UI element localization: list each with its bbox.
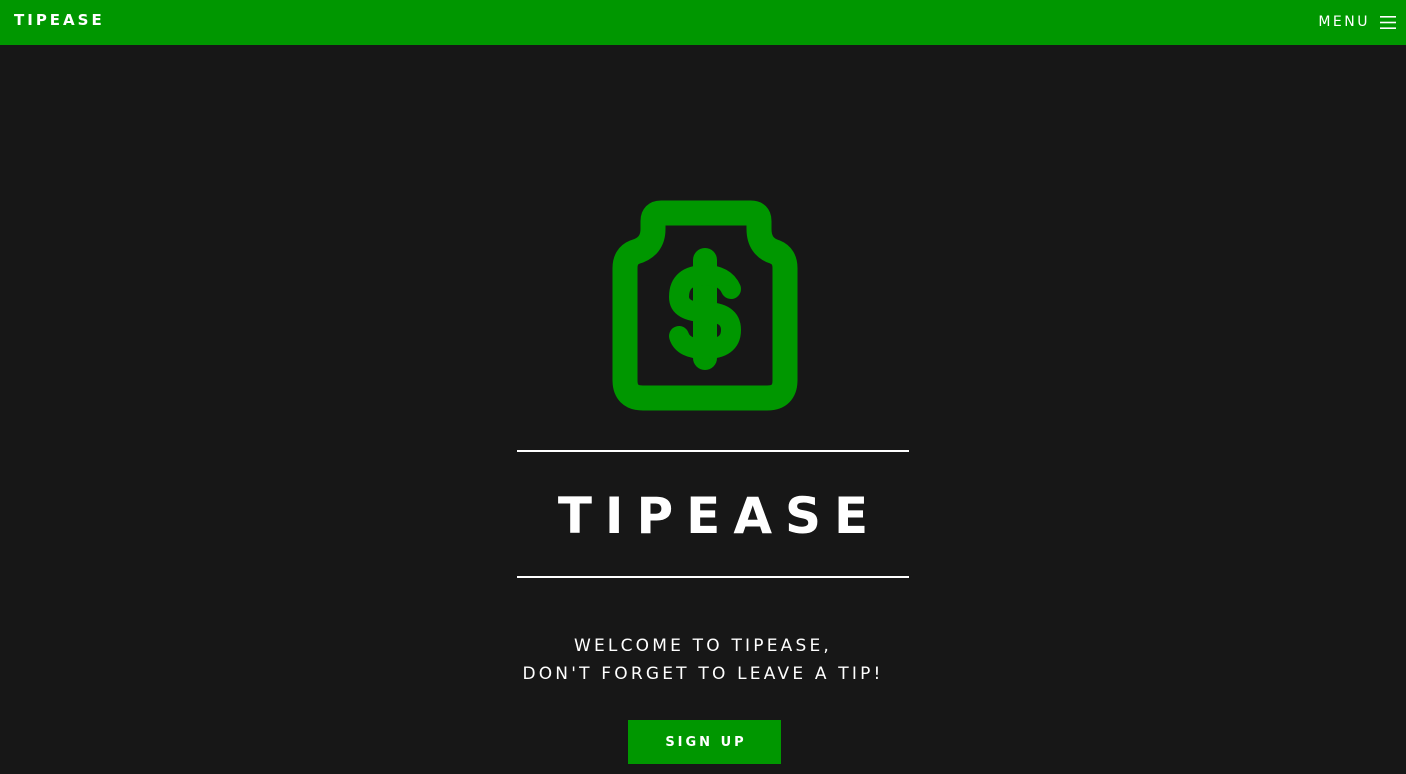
menu-toggle-button[interactable]: MENU xyxy=(1318,12,1396,32)
hero-tagline: WELCOME TO TIPEASE, DON'T FORGET TO LEAV… xyxy=(403,632,1003,688)
tagline-line-2: DON'T FORGET TO LEAVE A TIP! xyxy=(522,664,884,684)
title-divider-top xyxy=(517,450,909,452)
hero-title: TIPEASE xyxy=(557,487,882,545)
menu-label: MENU xyxy=(1318,14,1370,30)
tip-jar-dollar-icon xyxy=(611,200,799,412)
brand-logo-link[interactable]: TIPEASE xyxy=(14,11,105,29)
top-navbar: TIPEASE MENU xyxy=(0,0,1406,45)
title-divider-bottom xyxy=(517,576,909,578)
sign-up-button[interactable]: SIGN UP xyxy=(628,720,781,764)
tagline-line-1: WELCOME TO TIPEASE, xyxy=(573,636,832,656)
hamburger-icon xyxy=(1380,15,1396,29)
